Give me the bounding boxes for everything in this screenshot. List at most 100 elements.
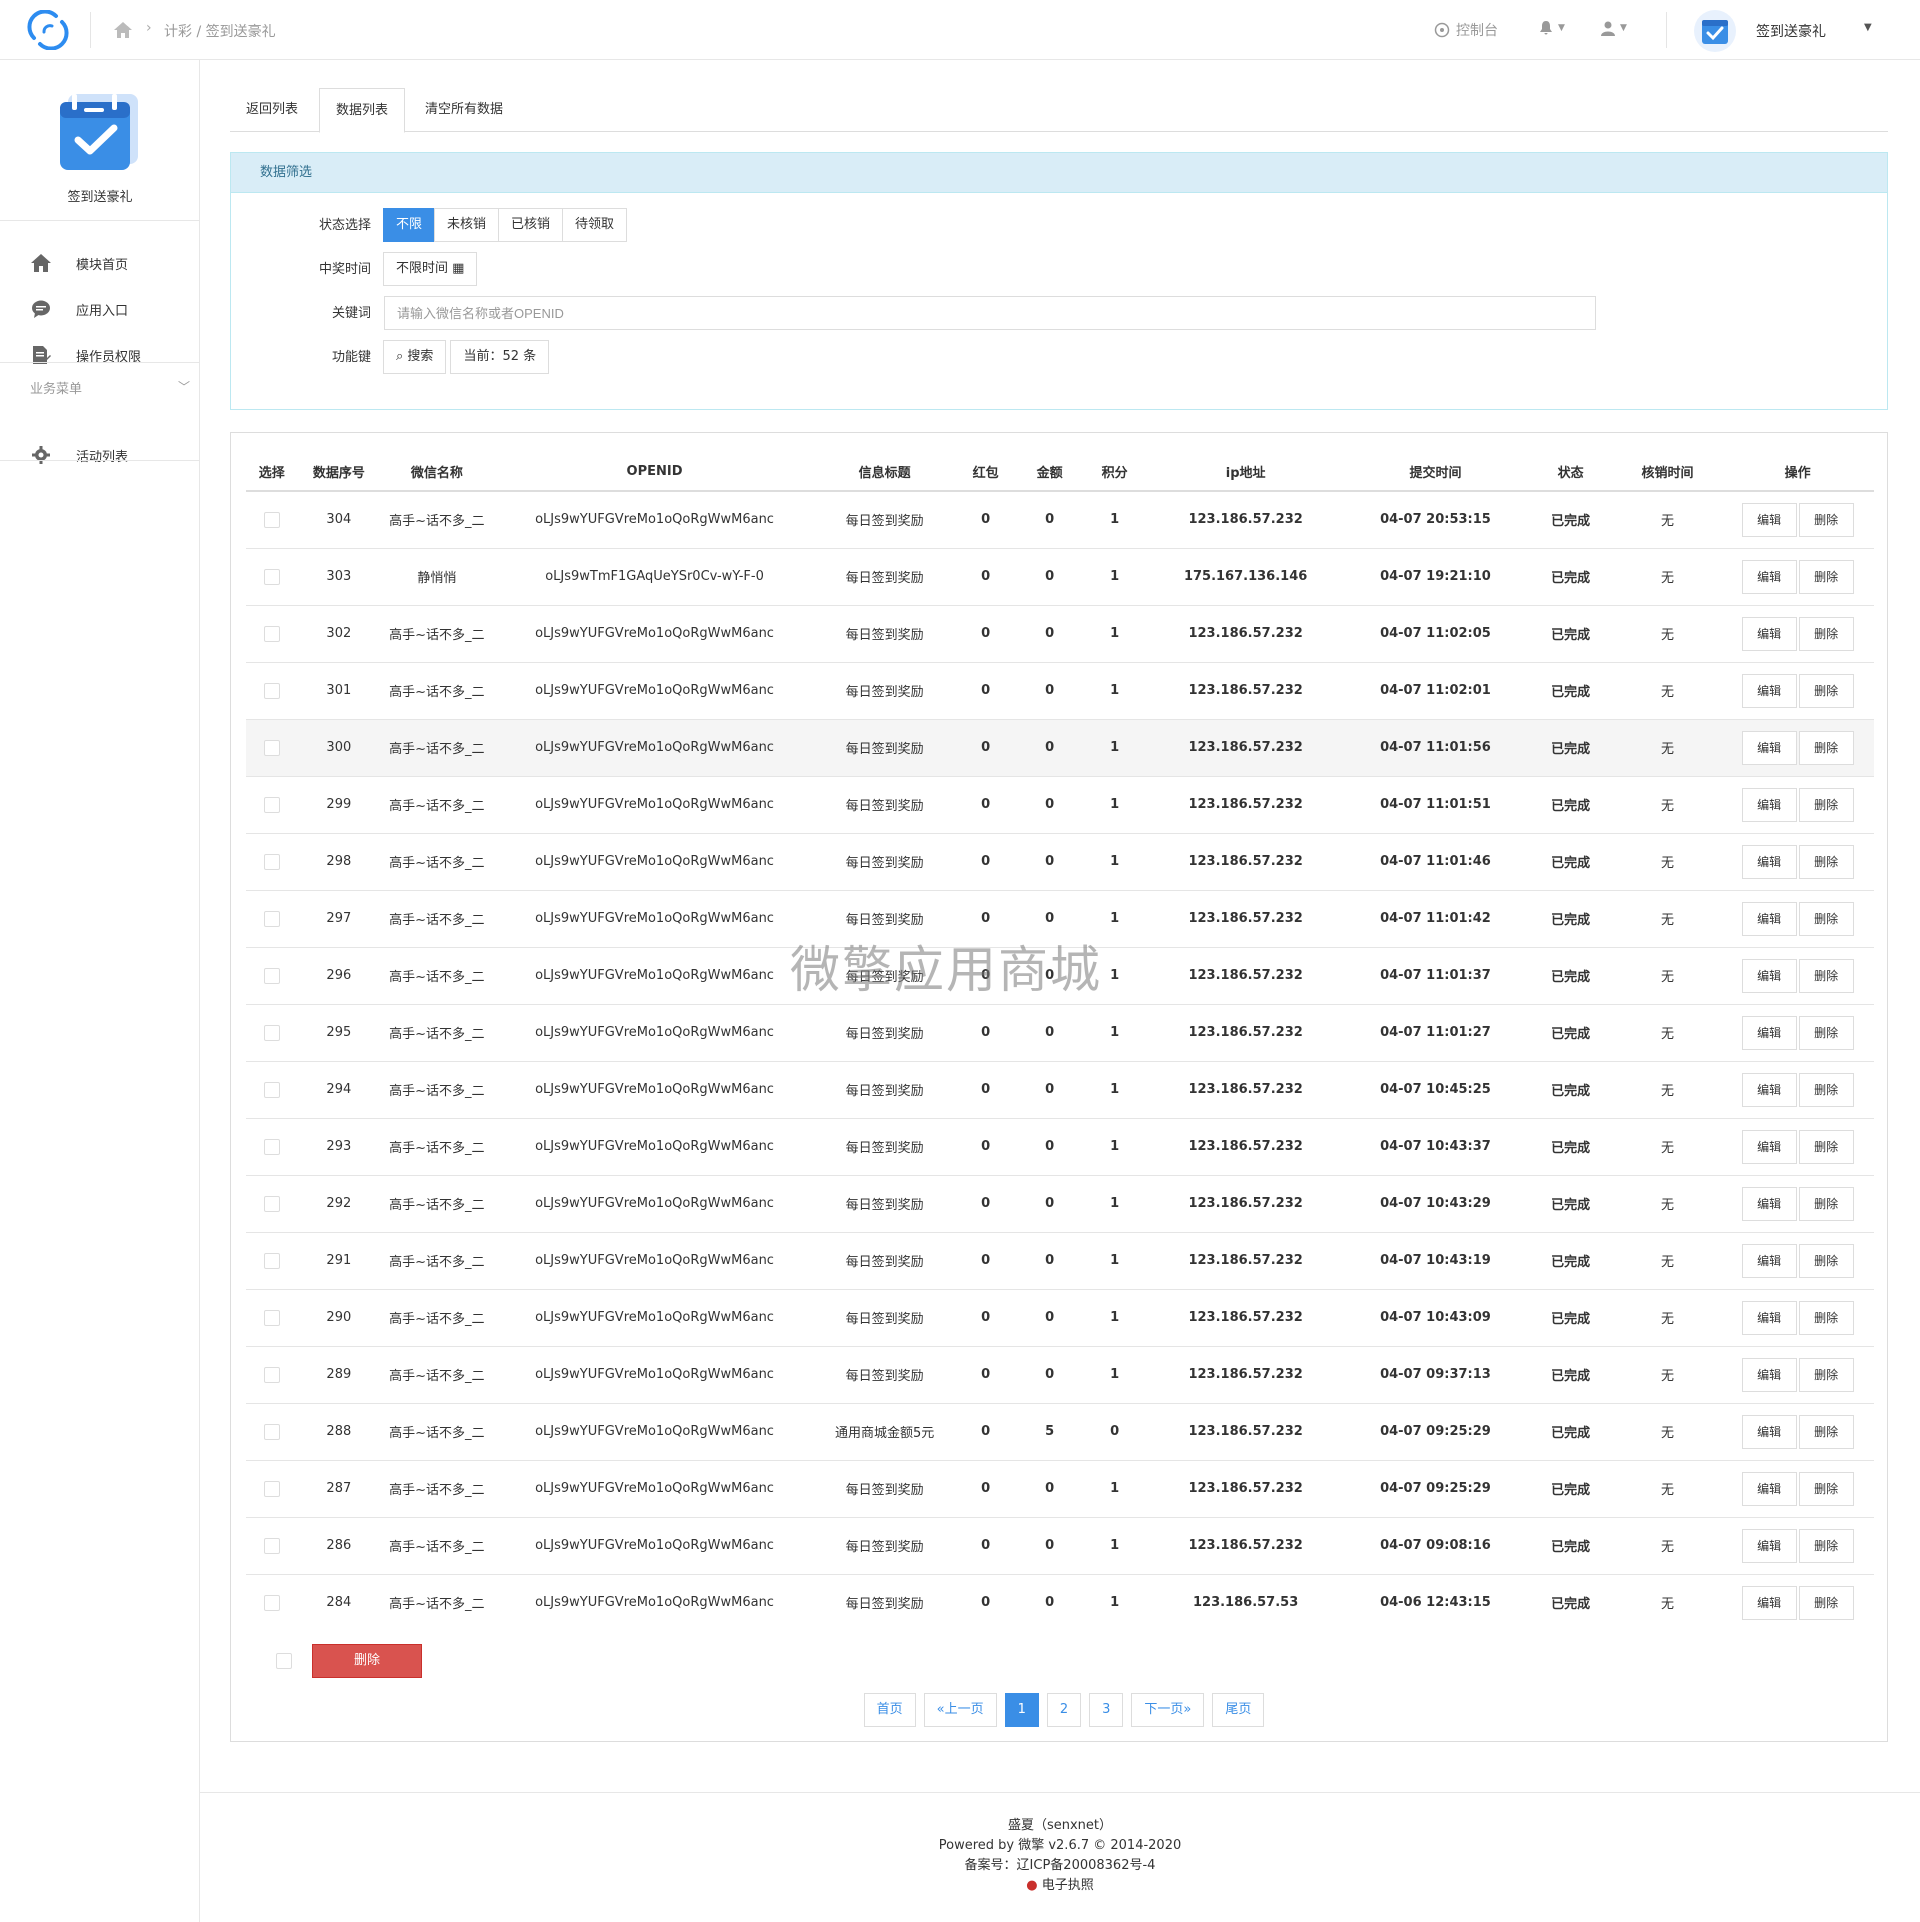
row-checkbox[interactable] (263, 1195, 280, 1212)
edit-button[interactable]: 编辑 (1741, 559, 1797, 594)
delete-button[interactable]: 删除 (1798, 1186, 1854, 1221)
delete-button[interactable]: 删除 (1798, 502, 1854, 537)
edit-button[interactable]: 编辑 (1741, 1243, 1797, 1278)
sidebar-group-business-menu[interactable]: 业务菜单 ﹀ (30, 378, 190, 397)
sidebar-item-app-entry[interactable]: 应用入口 (0, 288, 200, 330)
tab-data-list[interactable]: 数据列表 (319, 88, 406, 133)
sidebar-item-module-home[interactable]: 模块首页 (0, 242, 200, 284)
tab-clear-all-data[interactable]: 清空所有数据 (409, 88, 519, 132)
cell-ip: 123.186.57.232 (1147, 1288, 1344, 1346)
edit-button[interactable]: 编辑 (1741, 1129, 1797, 1164)
home-icon[interactable] (112, 20, 134, 40)
edit-button[interactable]: 编辑 (1741, 958, 1797, 993)
we7-logo-icon[interactable] (26, 10, 70, 50)
delete-button[interactable]: 删除 (1798, 1528, 1854, 1563)
delete-button[interactable]: 删除 (1798, 559, 1854, 594)
edit-button[interactable]: 编辑 (1741, 673, 1797, 708)
delete-button[interactable]: 删除 (1798, 958, 1854, 993)
edit-button[interactable]: 编辑 (1741, 1414, 1797, 1449)
bulk-delete-button[interactable]: 删除 (312, 1644, 422, 1678)
delete-button[interactable]: 删除 (1798, 616, 1854, 651)
edit-button[interactable]: 编辑 (1741, 616, 1797, 651)
cell-wechat-name: 高手~话不多_二 (380, 1459, 494, 1517)
edit-button[interactable]: 编辑 (1741, 1357, 1797, 1392)
page-3[interactable]: 3 (1089, 1693, 1124, 1727)
edit-button[interactable]: 编辑 (1741, 1015, 1797, 1050)
row-checkbox[interactable] (263, 1594, 280, 1611)
delete-button[interactable]: 删除 (1798, 844, 1854, 879)
tab-back-to-list[interactable]: 返回列表 (230, 88, 314, 132)
row-checkbox[interactable] (263, 1480, 280, 1497)
edit-button[interactable]: 编辑 (1741, 1471, 1797, 1506)
footer-icp[interactable]: 备案号：辽ICP备20008362号-4 (200, 1856, 1920, 1876)
delete-button[interactable]: 删除 (1798, 1015, 1854, 1050)
row-checkbox[interactable] (263, 1309, 280, 1326)
page-next[interactable]: 下一页» (1131, 1693, 1205, 1727)
sidebar-item-activity-list[interactable]: 活动列表 (0, 434, 200, 476)
cell-submit-time: 04-07 11:01:37 (1343, 946, 1528, 1004)
caret-down-icon[interactable]: ▼ (1864, 22, 1872, 33)
row-checkbox[interactable] (263, 568, 280, 585)
delete-button[interactable]: 删除 (1798, 1414, 1854, 1449)
calendar-check-icon[interactable] (1694, 10, 1736, 52)
edit-button[interactable]: 编辑 (1741, 844, 1797, 879)
row-checkbox[interactable] (263, 625, 280, 642)
user-dropdown[interactable]: ▼ (1600, 20, 1627, 36)
delete-button[interactable]: 删除 (1798, 1357, 1854, 1392)
delete-button[interactable]: 删除 (1798, 1072, 1854, 1107)
status-option-unverified[interactable]: 未核销 (434, 208, 500, 242)
row-checkbox[interactable] (263, 910, 280, 927)
select-all-checkbox[interactable] (276, 1653, 292, 1669)
edit-button[interactable]: 编辑 (1741, 502, 1797, 537)
edit-button[interactable]: 编辑 (1741, 1585, 1797, 1620)
row-checkbox[interactable] (263, 682, 280, 699)
cell-amount: 0 (1017, 1288, 1082, 1346)
delete-button[interactable]: 删除 (1798, 1129, 1854, 1164)
footer-license-link[interactable]: ● 电子执照 (200, 1876, 1920, 1896)
notification-dropdown[interactable]: ▼ (1538, 20, 1565, 36)
edit-button[interactable]: 编辑 (1741, 1186, 1797, 1221)
row-checkbox[interactable] (263, 967, 280, 984)
row-checkbox[interactable] (263, 796, 280, 813)
edit-button[interactable]: 编辑 (1741, 1072, 1797, 1107)
delete-button[interactable]: 删除 (1798, 1300, 1854, 1335)
row-checkbox[interactable] (263, 511, 280, 528)
edit-button[interactable]: 编辑 (1741, 1528, 1797, 1563)
page-first[interactable]: 首页 (863, 1693, 916, 1727)
page-prev[interactable]: «上一页 (923, 1693, 997, 1727)
row-checkbox[interactable] (263, 1081, 280, 1098)
row-checkbox[interactable] (263, 1252, 280, 1269)
delete-button[interactable]: 删除 (1798, 1243, 1854, 1278)
edit-button[interactable]: 编辑 (1741, 787, 1797, 822)
cell-amount: 0 (1017, 1573, 1082, 1631)
breadcrumb[interactable]: 计彩 / 签到送豪礼 (164, 21, 276, 41)
keyword-search-input[interactable] (384, 296, 1596, 330)
delete-button[interactable]: 删除 (1798, 1471, 1854, 1506)
status-option-pending[interactable]: 待领取 (562, 208, 628, 242)
status-option-all[interactable]: 不限 (383, 208, 436, 242)
delete-button[interactable]: 删除 (1798, 730, 1854, 765)
page-2[interactable]: 2 (1046, 1693, 1082, 1727)
delete-button[interactable]: 删除 (1798, 1585, 1854, 1620)
row-checkbox[interactable] (263, 1138, 280, 1155)
row-checkbox[interactable] (263, 1366, 280, 1383)
row-checkbox[interactable] (263, 739, 280, 756)
delete-button[interactable]: 删除 (1798, 787, 1854, 822)
current-app-name[interactable]: 签到送豪礼 (1756, 21, 1826, 41)
row-checkbox[interactable] (263, 1024, 280, 1041)
status-option-verified[interactable]: 已核销 (498, 208, 564, 242)
edit-button[interactable]: 编辑 (1741, 1300, 1797, 1335)
search-button[interactable]: ⌕ 搜索 (383, 340, 447, 374)
row-checkbox[interactable] (263, 853, 280, 870)
console-link[interactable]: 控制台 (1434, 20, 1498, 40)
time-range-picker[interactable]: 不限时间 ▦ (383, 252, 478, 286)
page-last[interactable]: 尾页 (1212, 1693, 1265, 1727)
page-1[interactable]: 1 (1004, 1693, 1039, 1727)
delete-button[interactable]: 删除 (1798, 901, 1854, 936)
row-checkbox[interactable] (263, 1423, 280, 1440)
edit-button[interactable]: 编辑 (1741, 901, 1797, 936)
row-checkbox[interactable] (263, 1537, 280, 1554)
edit-button[interactable]: 编辑 (1741, 730, 1797, 765)
sidebar-item-operator-permissions[interactable]: 操作员权限 (0, 334, 200, 376)
delete-button[interactable]: 删除 (1798, 673, 1854, 708)
